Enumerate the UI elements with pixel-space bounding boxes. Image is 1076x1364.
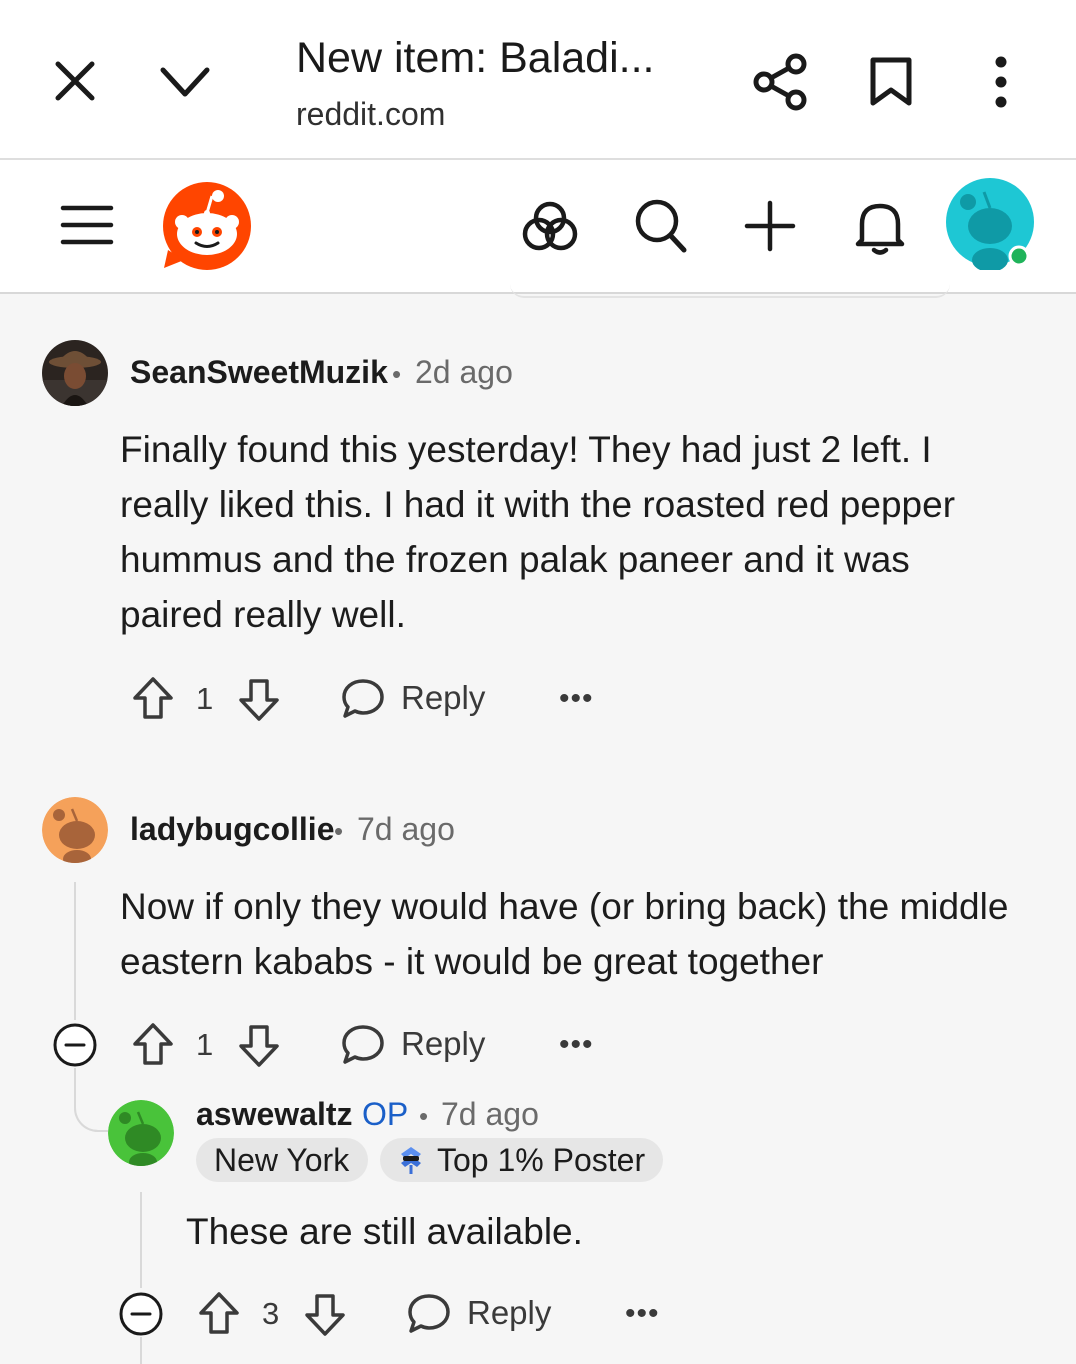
flair-label: New York — [214, 1142, 350, 1178]
reply-button[interactable]: Reply — [401, 1025, 485, 1063]
avatar[interactable] — [108, 1100, 174, 1166]
comment-username[interactable]: SeanSweetMuzik — [130, 354, 388, 391]
more-vert-icon[interactable] — [986, 56, 1016, 108]
reddit-logo[interactable] — [160, 180, 254, 272]
collapse-thread-icon[interactable] — [52, 1022, 98, 1068]
close-icon[interactable] — [52, 58, 98, 104]
reply-button[interactable]: Reply — [401, 679, 485, 717]
vote-count: 1 — [196, 681, 214, 716]
more-options-button[interactable]: ••• — [625, 1297, 660, 1331]
thread-line — [140, 1337, 142, 1364]
thread-connector — [74, 1078, 108, 1132]
user-flair-location: New York — [196, 1138, 368, 1182]
vote-count: 1 — [196, 1027, 214, 1062]
downvote-icon[interactable] — [304, 1293, 346, 1337]
more-options-button[interactable]: ••• — [559, 682, 594, 716]
comment-body: Finally found this yesterday! They had j… — [120, 429, 956, 635]
bookmark-icon[interactable] — [868, 56, 914, 108]
create-icon[interactable] — [744, 200, 796, 252]
flair-label: Top 1% Poster — [437, 1142, 646, 1178]
search-icon[interactable] — [634, 198, 688, 254]
avatar[interactable] — [42, 340, 108, 406]
reply-icon[interactable] — [341, 1024, 385, 1066]
comment-timestamp: 7d ago — [357, 811, 455, 847]
reply-button[interactable]: Reply — [467, 1294, 551, 1332]
separator-dot: • — [392, 359, 402, 389]
menu-icon[interactable] — [60, 204, 114, 246]
page-url: reddit.com — [296, 96, 446, 132]
chevron-down-icon[interactable] — [158, 62, 212, 102]
collapse-thread-icon[interactable] — [118, 1291, 164, 1337]
reddit-nav-bar — [0, 160, 1076, 294]
upvote-icon[interactable] — [198, 1291, 240, 1335]
notifications-icon[interactable] — [852, 198, 908, 256]
separator-dot: • — [419, 1101, 429, 1131]
top-poster-icon — [401, 1147, 421, 1174]
comment-username[interactable]: aswewaltz — [196, 1096, 353, 1133]
upvote-icon[interactable] — [132, 1022, 174, 1066]
thread-line — [74, 882, 76, 1020]
communities-icon[interactable] — [522, 200, 578, 252]
downvote-icon[interactable] — [238, 678, 280, 722]
more-options-button[interactable]: ••• — [559, 1028, 594, 1062]
comment-timestamp: 7d ago — [441, 1096, 539, 1132]
downvote-icon[interactable] — [238, 1024, 280, 1068]
reply-icon[interactable] — [341, 678, 385, 720]
avatar[interactable] — [42, 797, 108, 863]
post-card-edge — [510, 284, 950, 298]
comment-body: Now if only they would have (or bring ba… — [120, 886, 1009, 982]
vote-count: 3 — [262, 1296, 280, 1331]
reply-icon[interactable] — [407, 1293, 451, 1335]
browser-toolbar: New item: Baladi... reddit.com — [0, 0, 1076, 160]
op-badge: OP — [362, 1096, 409, 1132]
comment-timestamp: 2d ago — [415, 354, 513, 390]
user-flair-top-poster: Top 1% Poster — [380, 1138, 663, 1182]
comment-username[interactable]: ladybugcollie — [130, 811, 334, 848]
profile-avatar[interactable] — [946, 178, 1034, 272]
page-title: New item: Baladi... — [296, 34, 655, 82]
share-icon[interactable] — [752, 52, 810, 112]
thread-line — [140, 1192, 142, 1288]
upvote-icon[interactable] — [132, 676, 174, 720]
comment-body: These are still available. — [186, 1211, 583, 1252]
separator-dot: • — [334, 816, 344, 846]
